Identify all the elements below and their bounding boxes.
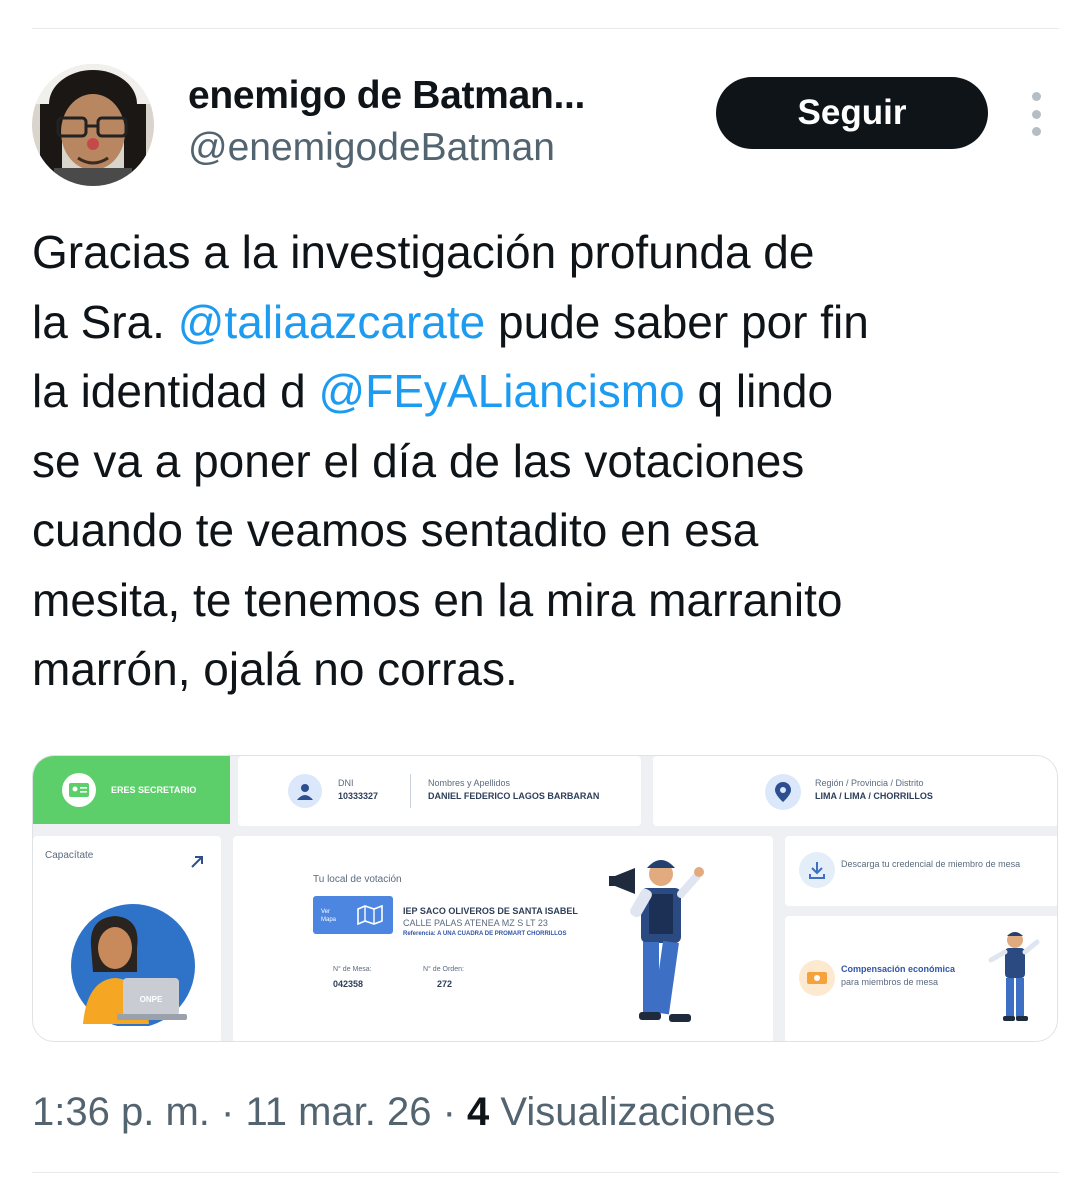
mention-link[interactable]: @taliaazcarate bbox=[178, 296, 486, 348]
map-button[interactable]: Ver Mapa bbox=[313, 896, 393, 934]
avatar[interactable] bbox=[32, 64, 154, 186]
capacitate-label: Capacítate bbox=[45, 850, 94, 861]
tweet-line: se va a poner el día de las votaciones bbox=[32, 427, 1062, 497]
compensation-subtitle: para miembros de mesa bbox=[841, 977, 939, 987]
orden-label: N° de Orden: bbox=[423, 966, 464, 973]
tweet-line: la Sra. @taliaazcarate pude saber por fi… bbox=[32, 288, 1062, 358]
money-icon bbox=[799, 960, 835, 996]
map-icon bbox=[357, 905, 383, 925]
download-icon bbox=[799, 852, 835, 888]
tweet-text-segment: Gracias a la investigación profunda de bbox=[32, 226, 815, 278]
tweet-text: Gracias a la investigación profunda de la… bbox=[32, 218, 1062, 705]
mesa-value: 042358 bbox=[333, 979, 364, 989]
staff-illustration bbox=[988, 932, 1040, 1021]
dni-label: DNI bbox=[338, 778, 354, 788]
role-badge-label: ERES SECRETARIO bbox=[111, 785, 197, 795]
download-credential-label: Descarga tu credencial de miembro de mes… bbox=[841, 859, 1021, 869]
tweet-text-segment: se va a poner el día de las votaciones bbox=[32, 434, 805, 487]
tweet-line: Gracias a la investigación profunda de bbox=[32, 218, 1062, 288]
tweet-time[interactable]: 1:36 p. m. bbox=[32, 1090, 210, 1134]
staff-megaphone-illustration bbox=[609, 860, 704, 1022]
local-title: Tu local de votación bbox=[313, 874, 402, 885]
arrow-up-right-icon bbox=[191, 856, 203, 868]
names-label: Nombres y Apellidos bbox=[428, 778, 511, 788]
tweet-text-segment: mesita, te tenemos en la mira marranito bbox=[32, 573, 843, 626]
tweet-text-segment: la identidad d bbox=[32, 365, 319, 417]
role-badge: ERES SECRETARIO bbox=[33, 756, 230, 824]
capacitate-illustration: ONPE bbox=[71, 904, 195, 1026]
download-credential-panel[interactable]: Descarga tu credencial de miembro de mes… bbox=[785, 836, 1057, 906]
school-name: IEP SACO OLIVEROS DE SANTA ISABEL bbox=[403, 906, 578, 916]
dni-value: 10333327 bbox=[338, 791, 379, 801]
compensation-panel[interactable]: Compensación económica para miembros de … bbox=[785, 916, 1057, 1041]
orden-value: 272 bbox=[437, 979, 453, 989]
tweet-meta: 1:36 p. m. · 11 mar. 26 · 4 Visualizacio… bbox=[32, 1090, 775, 1135]
tweet-date[interactable]: 11 mar. 26 bbox=[245, 1090, 431, 1134]
school-address: CALLE PALAS ATENEA MZ S LT 23 bbox=[403, 918, 548, 928]
follow-button[interactable]: Seguir bbox=[716, 77, 988, 149]
tweet-text-segment: pude saber por fin bbox=[485, 295, 869, 348]
id-card-icon bbox=[62, 773, 96, 807]
display-name[interactable]: enemigo de Batman... bbox=[188, 74, 585, 118]
dni-panel: DNI 10333327 Nombres y Apellidos DANIEL … bbox=[238, 756, 641, 826]
tweet-text-segment: q lindo bbox=[684, 365, 834, 417]
tweet-text-segment: la Sra. bbox=[32, 295, 178, 348]
mention-link[interactable]: @FEyALiancismo bbox=[318, 365, 684, 417]
meta-separator: · bbox=[442, 1090, 468, 1134]
names-value: DANIEL FEDERICO LAGOS BARBARAN bbox=[428, 791, 600, 801]
location-pin-icon bbox=[765, 774, 801, 810]
bottom-divider bbox=[32, 1172, 1059, 1173]
compensation-title: Compensación económica bbox=[841, 964, 956, 974]
meta-separator: · bbox=[221, 1090, 246, 1134]
tweet-line: cuando te veamos sentadito en esa bbox=[32, 496, 1062, 566]
user-handle[interactable]: @enemigodeBatman bbox=[188, 126, 555, 170]
school-reference: Referencia: A UNA CUADRA DE PROMART CHOR… bbox=[403, 931, 567, 937]
tweet-line: mesita, te tenemos en la mira marranito bbox=[32, 566, 1062, 636]
map-button-label: Ver Mapa bbox=[321, 909, 337, 923]
voting-place-panel: Tu local de votación Ver Mapa IEP SACO O… bbox=[233, 836, 773, 1041]
tweet-line: marrón, ojalá no corras. bbox=[32, 635, 1062, 705]
region-label: Región / Provincia / Distrito bbox=[815, 778, 924, 788]
views-label: Visualizaciones bbox=[500, 1090, 776, 1134]
mesa-label: N° de Mesa: bbox=[333, 966, 372, 973]
top-divider bbox=[32, 28, 1059, 29]
laptop-brand: ONPE bbox=[140, 995, 163, 1004]
views-count: 4 bbox=[467, 1090, 490, 1134]
tweet-text-segment: marrón, ojalá no corras. bbox=[32, 643, 518, 695]
region-panel: Región / Provincia / Distrito LIMA / LIM… bbox=[653, 756, 1057, 826]
region-value: LIMA / LIMA / CHORRILLOS bbox=[815, 791, 933, 801]
tweet-line: la identidad d @FEyALiancismo q lindo bbox=[32, 357, 1062, 427]
tweet-image[interactable]: ERES SECRETARIO DNI 10333327 Nombres y A… bbox=[32, 755, 1058, 1042]
tweet-text-segment: cuando te veamos sentadito en esa bbox=[32, 504, 759, 556]
capacitate-panel[interactable]: Capacítate ONPE bbox=[33, 836, 221, 1041]
user-icon bbox=[288, 774, 322, 808]
more-options-icon[interactable] bbox=[1022, 92, 1050, 136]
